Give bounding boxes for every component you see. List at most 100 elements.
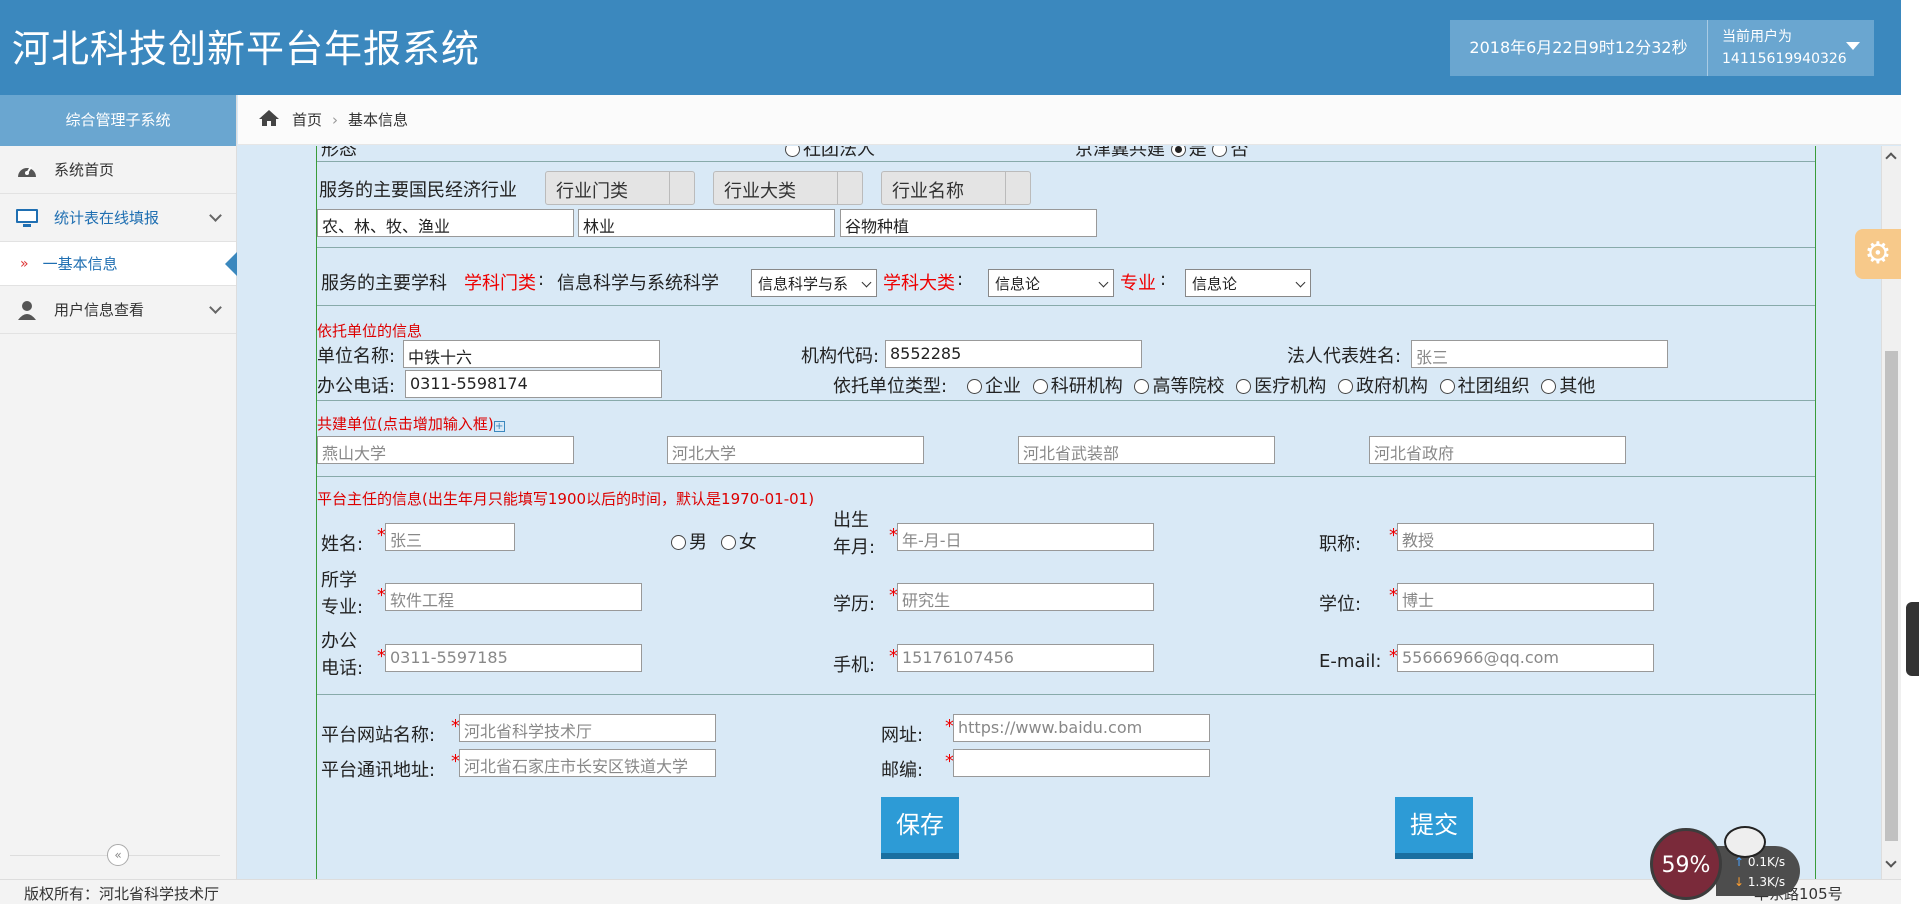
- major-label: 所学 专业:: [321, 567, 363, 621]
- usage-percent: 59%: [1650, 828, 1722, 900]
- home-icon[interactable]: [258, 108, 280, 132]
- radio-government[interactable]: [1337, 379, 1353, 394]
- host-type-option[interactable]: 社团组织: [1439, 376, 1530, 397]
- education-label: 学历:: [833, 594, 876, 615]
- discipline-field-select[interactable]: 信息科学与系: [751, 269, 877, 297]
- radio-yes[interactable]: [1170, 146, 1186, 157]
- cobuild-unit-field[interactable]: 河北大学: [667, 436, 924, 464]
- zip-label: 邮编:: [881, 760, 924, 781]
- zip-field[interactable]: [953, 749, 1210, 777]
- host-type-label-other: 其他: [1559, 376, 1596, 397]
- major-field[interactable]: 软件工程: [385, 583, 642, 611]
- org-code-field[interactable]: 8552285: [885, 340, 1142, 368]
- email-field[interactable]: 55666966@qq.com: [1397, 644, 1654, 672]
- email-label: E-mail:: [1319, 651, 1382, 672]
- specialty-select[interactable]: 信息论: [1185, 269, 1311, 297]
- radio-society[interactable]: [1439, 379, 1455, 394]
- director-name-field[interactable]: 张三: [385, 523, 515, 551]
- url-field[interactable]: https://www.baidu.com: [953, 714, 1210, 742]
- cobuild-unit-field[interactable]: 河北省武装部: [1018, 436, 1275, 464]
- host-name-field[interactable]: 中铁十六: [403, 340, 660, 368]
- user-box[interactable]: 2018年6月22日9时12分32秒 当前用户为 14115619940326: [1450, 20, 1874, 76]
- industry-major-field[interactable]: 林业: [578, 209, 835, 237]
- director-name-label: 姓名:: [321, 534, 364, 555]
- save-button[interactable]: 保存: [881, 797, 959, 859]
- upload-speed-value: 0.1K/s: [1747, 855, 1786, 869]
- discipline-major-select-value: 信息论: [995, 275, 1041, 293]
- host-type-option[interactable]: 政府机构: [1337, 376, 1428, 397]
- industry-category-button[interactable]: 行业门类: [545, 171, 695, 205]
- host-section-title: 依托单位的信息: [317, 322, 423, 340]
- divider: [317, 400, 1815, 401]
- birth-date-field[interactable]: 年-月-日: [897, 523, 1154, 551]
- office-phone-label-line2: 电话:: [321, 658, 364, 679]
- discipline-major-select[interactable]: 信息论: [988, 269, 1114, 297]
- host-type-options: 企业 科研机构 高等院校 医疗机构 政府机构 社团组织 其他: [967, 372, 1595, 398]
- sidebar-item-report-fill[interactable]: 统计表在线填报: [0, 194, 236, 242]
- settings-gear-icon[interactable]: ⚙: [1855, 229, 1901, 279]
- sidebar-item-label: 用户信息查看: [54, 301, 145, 319]
- radio-university[interactable]: [1134, 379, 1150, 394]
- address-field[interactable]: 河北省石家庄市长安区铁道大学: [459, 749, 716, 777]
- scroll-up-icon[interactable]: [1885, 152, 1897, 164]
- industry-name-field[interactable]: 谷物种植: [840, 209, 1097, 237]
- host-type-option[interactable]: 医疗机构: [1236, 376, 1326, 397]
- host-type-label-medical: 医疗机构: [1254, 376, 1327, 397]
- host-type-label-research: 科研机构: [1050, 376, 1123, 397]
- industry-major-button[interactable]: 行业大类: [713, 171, 863, 205]
- divider: [317, 305, 1815, 306]
- legal-rep-field[interactable]: 张三: [1411, 340, 1668, 368]
- radio-male[interactable]: [671, 535, 686, 550]
- radio-no[interactable]: [1212, 146, 1228, 157]
- active-indicator: [225, 252, 237, 276]
- office-phone-label-line1: 办公: [321, 631, 357, 652]
- subsystem-title: 综合管理子系统: [0, 95, 236, 146]
- edge-widget[interactable]: [1906, 602, 1919, 676]
- office-phone-label: 办公电话:: [321, 628, 363, 682]
- scroll-down-icon[interactable]: [1885, 856, 1897, 868]
- radio-enterprise[interactable]: [967, 379, 982, 394]
- industry-category-field[interactable]: 农、林、牧、渔业: [317, 209, 574, 237]
- mobile-field[interactable]: 15176107456: [897, 644, 1154, 672]
- site-name-field[interactable]: 河北省科学技术厅: [459, 714, 716, 742]
- collapse-sidebar-icon[interactable]: «: [107, 844, 129, 866]
- host-phone-label: 办公电话:: [317, 376, 396, 397]
- download-arrow-icon: ↓: [1734, 875, 1745, 889]
- host-type-option[interactable]: 其他: [1541, 376, 1595, 397]
- network-speed-widget[interactable]: ↑ 0.1K/s ↓ 1.3K/s 59%: [1650, 826, 1800, 904]
- radio-no-label: 否: [1230, 146, 1249, 160]
- breadcrumb-home[interactable]: 首页: [292, 109, 322, 130]
- chevron-down-icon: [861, 277, 872, 288]
- user-dropdown-caret-icon[interactable]: [1846, 42, 1860, 50]
- scrollbar-thumb[interactable]: [1885, 351, 1898, 841]
- current-user-label: 当前用户为: [1722, 29, 1792, 45]
- office-phone-field[interactable]: 0311-5597185: [385, 644, 642, 672]
- industry-category-button-label: 行业门类: [556, 181, 628, 202]
- host-type-option[interactable]: 科研机构: [1032, 376, 1123, 397]
- cobuild-unit-field[interactable]: 燕山大学: [317, 436, 574, 464]
- industry-name-button[interactable]: 行业名称: [881, 171, 1031, 205]
- cobuild-unit-field[interactable]: 河北省政府: [1369, 436, 1626, 464]
- sidebar-item-basic-info[interactable]: » 一基本信息: [0, 242, 237, 286]
- director-section-title: 平台主任的信息(出生年月只能填写1900以后的时间，默认是1970-01-01): [317, 490, 815, 508]
- major-label-line2: 专业:: [321, 597, 364, 618]
- host-type-option[interactable]: 企业: [967, 376, 1021, 397]
- dashboard-icon: [14, 160, 40, 180]
- chevron-down-icon: [1098, 277, 1109, 288]
- title-field[interactable]: 教授: [1397, 523, 1654, 551]
- add-input-icon[interactable]: +: [493, 421, 505, 432]
- education-field[interactable]: 研究生: [897, 583, 1154, 611]
- sidebar-item-user-info[interactable]: 用户信息查看: [0, 286, 236, 334]
- radio-society[interactable]: [785, 146, 800, 157]
- discipline-field-select-value: 信息科学与系: [758, 275, 849, 293]
- radio-female[interactable]: [720, 535, 736, 550]
- sidebar-item-home[interactable]: 系统首页: [0, 146, 236, 194]
- degree-field[interactable]: 博士: [1397, 583, 1654, 611]
- host-phone-field[interactable]: 0311-5598174: [405, 370, 662, 398]
- radio-other[interactable]: [1541, 379, 1557, 394]
- radio-research[interactable]: [1032, 379, 1048, 394]
- radio-medical[interactable]: [1236, 379, 1252, 394]
- host-type-label: 依托单位类型:: [833, 376, 948, 397]
- host-type-option[interactable]: 高等院校: [1134, 376, 1224, 397]
- submit-button[interactable]: 提交: [1395, 797, 1473, 859]
